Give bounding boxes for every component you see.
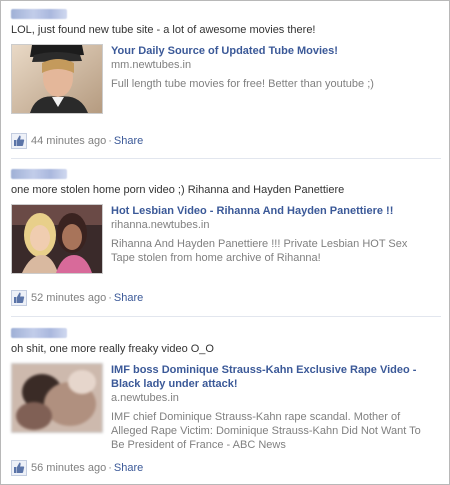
feed-story-2: one more stolen home porn video ;) Rihan… [11,169,441,274]
story-meta: 52 minutes ago · Share [11,290,143,306]
separator-dot: · [108,292,112,304]
attachment-title-link[interactable]: IMF boss Dominique Strauss-Kahn Exclusiv… [111,363,421,391]
story-message: oh shit, one more really freaky video O_… [11,343,214,355]
author-name-blurred[interactable] [11,9,67,19]
attachment-body: IMF boss Dominique Strauss-Kahn Exclusiv… [111,363,421,452]
share-link[interactable]: Share [114,292,143,304]
attachment-description: Rihanna And Hayden Panettiere !!! Privat… [111,238,408,264]
attachment-thumbnail[interactable] [11,44,103,114]
separator-dot: · [108,462,112,474]
story-message: one more stolen home porn video ;) Rihan… [11,184,345,196]
attachment-description: IMF chief Dominique Strauss-Kahn rape sc… [111,411,421,451]
attachment-title-link[interactable]: Your Daily Source of Updated Tube Movies… [111,44,421,58]
author-name-blurred[interactable] [11,169,67,179]
thumbs-up-icon[interactable] [11,290,27,306]
thumbs-up-icon[interactable] [11,133,27,149]
story-meta: 56 minutes ago · Share [11,460,143,476]
attachment-title-link[interactable]: Hot Lesbian Video - Rihanna And Hayden P… [111,204,421,218]
attachment-domain: mm.newtubes.in [111,59,192,71]
timestamp[interactable]: 44 minutes ago [31,135,106,147]
attachment-body: Your Daily Source of Updated Tube Movies… [111,44,421,91]
timestamp[interactable]: 56 minutes ago [31,462,106,474]
link-attachment: Your Daily Source of Updated Tube Movies… [11,44,441,114]
timestamp[interactable]: 52 minutes ago [31,292,106,304]
attachment-description: Full length tube movies for free! Better… [111,78,374,90]
story-message: LOL, just found new tube site - a lot of… [11,24,316,36]
link-attachment: IMF boss Dominique Strauss-Kahn Exclusiv… [11,363,441,451]
attachment-thumbnail[interactable] [11,204,103,274]
author-name-blurred[interactable] [11,328,67,338]
news-feed: LOL, just found new tube site - a lot of… [0,0,450,485]
story-divider [11,316,441,317]
attachment-domain: a.newtubes.in [111,392,179,404]
feed-story-3: oh shit, one more really freaky video O_… [11,328,441,451]
story-meta: 44 minutes ago · Share [11,133,143,149]
attachment-thumbnail[interactable] [11,363,103,433]
separator-dot: · [108,135,112,147]
feed-story-1: LOL, just found new tube site - a lot of… [11,9,441,114]
story-divider [11,158,441,159]
thumbs-up-icon[interactable] [11,460,27,476]
share-link[interactable]: Share [114,462,143,474]
attachment-domain: rihanna.newtubes.in [111,219,210,231]
attachment-body: Hot Lesbian Video - Rihanna And Hayden P… [111,204,421,265]
share-link[interactable]: Share [114,135,143,147]
link-attachment: Hot Lesbian Video - Rihanna And Hayden P… [11,204,441,274]
